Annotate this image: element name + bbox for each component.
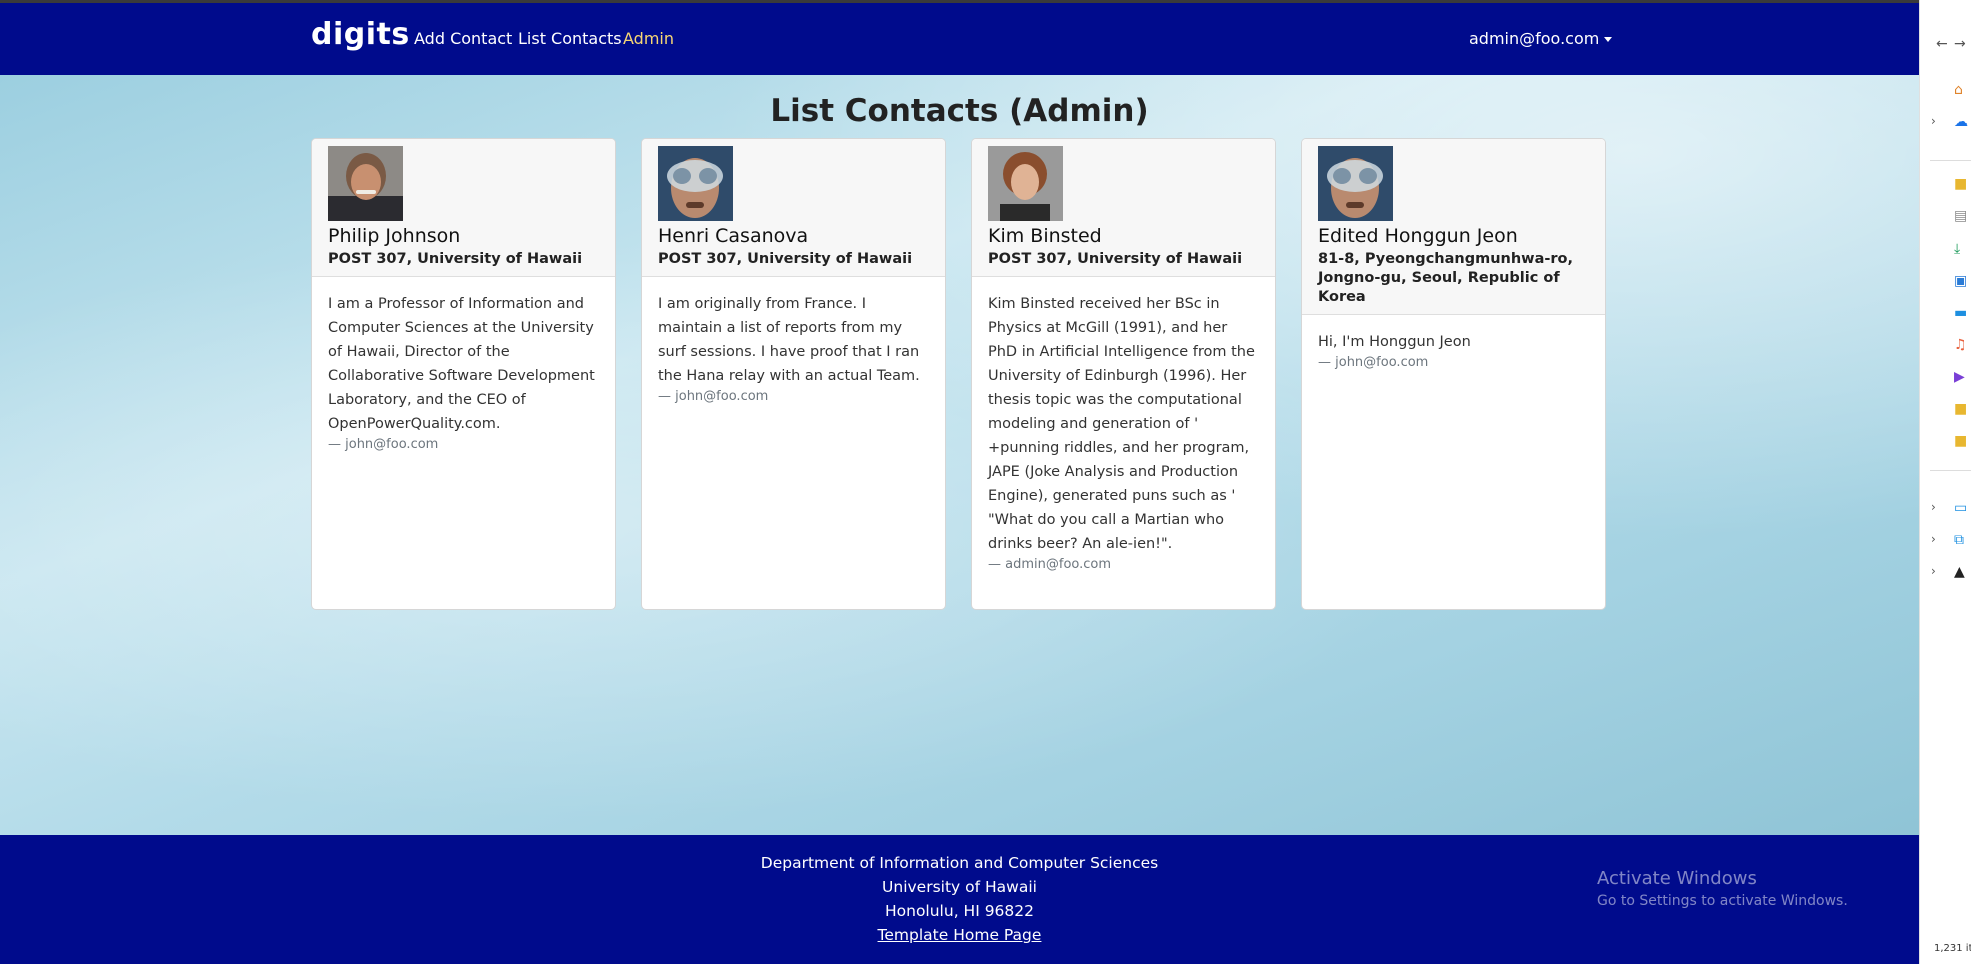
contact-owner: — john@foo.com xyxy=(328,437,439,452)
contact-card: Henri Casanova POST 307, University of H… xyxy=(641,138,946,610)
footer-home-link[interactable]: Template Home Page xyxy=(878,926,1042,944)
this-pc-icon[interactable]: ▭ xyxy=(1954,500,1967,516)
card-header: Henri Casanova POST 307, University of H… xyxy=(642,139,945,277)
item-count: 1,231 it xyxy=(1934,943,1971,954)
card-body: Kim Binsted received her BSc in Physics … xyxy=(972,277,1275,589)
contact-description: I am a Professor of Information and Comp… xyxy=(328,296,595,432)
activate-windows-watermark: Activate Windows Go to Settings to activ… xyxy=(1597,868,1848,909)
card-header: Philip Johnson POST 307, University of H… xyxy=(312,139,615,277)
folder-icon[interactable]: ■ xyxy=(1954,433,1967,449)
home-icon[interactable]: ⌂ xyxy=(1954,82,1963,98)
contact-address: POST 307, University of Hawaii xyxy=(328,251,583,267)
contact-card: Philip Johnson POST 307, University of H… xyxy=(311,138,616,610)
contact-owner: — john@foo.com xyxy=(1318,355,1429,370)
linux-icon[interactable]: ▲ xyxy=(1954,564,1965,580)
desktop-folder-icon[interactable]: ■ xyxy=(1954,176,1967,192)
contact-owner: — john@foo.com xyxy=(658,389,769,404)
screenshots-icon[interactable]: ▬ xyxy=(1954,305,1967,321)
navbar: digits Add Contact List Contacts Admin a… xyxy=(0,3,1919,75)
user-dropdown[interactable]: admin@foo.com xyxy=(1469,29,1613,48)
chevron-right-icon[interactable]: › xyxy=(1931,564,1936,578)
documents-icon[interactable]: ▤ xyxy=(1954,208,1967,224)
watermark-subtitle: Go to Settings to activate Windows. xyxy=(1597,893,1848,909)
card-body: Hi, I'm Honggun Jeon — john@foo.com xyxy=(1302,315,1605,387)
music-icon[interactable]: ♫ xyxy=(1954,337,1967,353)
contact-photo xyxy=(328,146,403,221)
contact-address: 81-8, Pyeongchangmunhwa-ro, Jongno-gu, S… xyxy=(1318,251,1573,305)
contact-description: I am originally from France. I maintain … xyxy=(658,296,920,384)
contact-address: POST 307, University of Hawaii xyxy=(658,251,913,267)
user-email: admin@foo.com xyxy=(1469,29,1600,48)
chevron-right-icon[interactable]: › xyxy=(1931,500,1936,514)
contact-photo xyxy=(988,146,1063,221)
contact-card: Kim Binsted POST 307, University of Hawa… xyxy=(971,138,1276,610)
contact-name: Kim Binsted xyxy=(988,225,1102,247)
videos-icon[interactable]: ▶ xyxy=(1954,369,1965,385)
card-body: I am originally from France. I maintain … xyxy=(642,277,945,421)
contact-photo xyxy=(658,146,733,221)
page-title: List Contacts (Admin) xyxy=(770,93,1149,129)
contact-description: Kim Binsted received her BSc in Physics … xyxy=(988,296,1255,552)
contact-name: Edited Honggun Jeon xyxy=(1318,225,1518,247)
caret-down-icon xyxy=(1604,37,1613,42)
pictures-icon[interactable]: ▣ xyxy=(1954,273,1967,289)
contact-photo xyxy=(1318,146,1393,221)
watermark-title: Activate Windows xyxy=(1597,868,1757,889)
contact-owner: — admin@foo.com xyxy=(988,557,1112,572)
explorer-side-panel: ← → ⌂ › ☁ ■ ▤ ⤓ ▣ ▬ ♫ ▶ ■ ■ › ▭ › ⧉ › ▲ … xyxy=(1919,0,1971,964)
card-header: Edited Honggun Jeon 81-8, Pyeongchangmun… xyxy=(1302,139,1605,315)
nav-list-contacts[interactable]: List Contacts xyxy=(518,29,622,48)
nav-admin[interactable]: Admin xyxy=(623,29,674,48)
card-header: Kim Binsted POST 307, University of Hawa… xyxy=(972,139,1275,277)
contact-name: Henri Casanova xyxy=(658,225,809,247)
contact-description: Hi, I'm Honggun Jeon xyxy=(1318,334,1471,350)
downloads-icon[interactable]: ⤓ xyxy=(1954,241,1960,257)
forward-arrow-icon[interactable]: → xyxy=(1954,36,1966,52)
contact-address: POST 307, University of Hawaii xyxy=(988,251,1243,267)
folder-icon[interactable]: ■ xyxy=(1954,401,1967,417)
chevron-right-icon[interactable]: › xyxy=(1931,532,1936,546)
chevron-right-icon[interactable]: › xyxy=(1931,114,1936,128)
back-arrow-icon[interactable]: ← xyxy=(1936,36,1948,52)
brand-logo[interactable]: digits xyxy=(311,17,410,52)
contact-card: Edited Honggun Jeon 81-8, Pyeongchangmun… xyxy=(1301,138,1606,610)
divider xyxy=(1930,160,1971,161)
main-content: List Contacts (Admin) Philip Johnson POS… xyxy=(0,75,1919,835)
cloud-icon[interactable]: ☁ xyxy=(1954,114,1968,130)
divider xyxy=(1930,470,1971,471)
network-icon[interactable]: ⧉ xyxy=(1954,532,1964,548)
contact-name: Philip Johnson xyxy=(328,225,461,247)
card-body: I am a Professor of Information and Comp… xyxy=(312,277,615,469)
nav-add-contact[interactable]: Add Contact xyxy=(414,29,512,48)
